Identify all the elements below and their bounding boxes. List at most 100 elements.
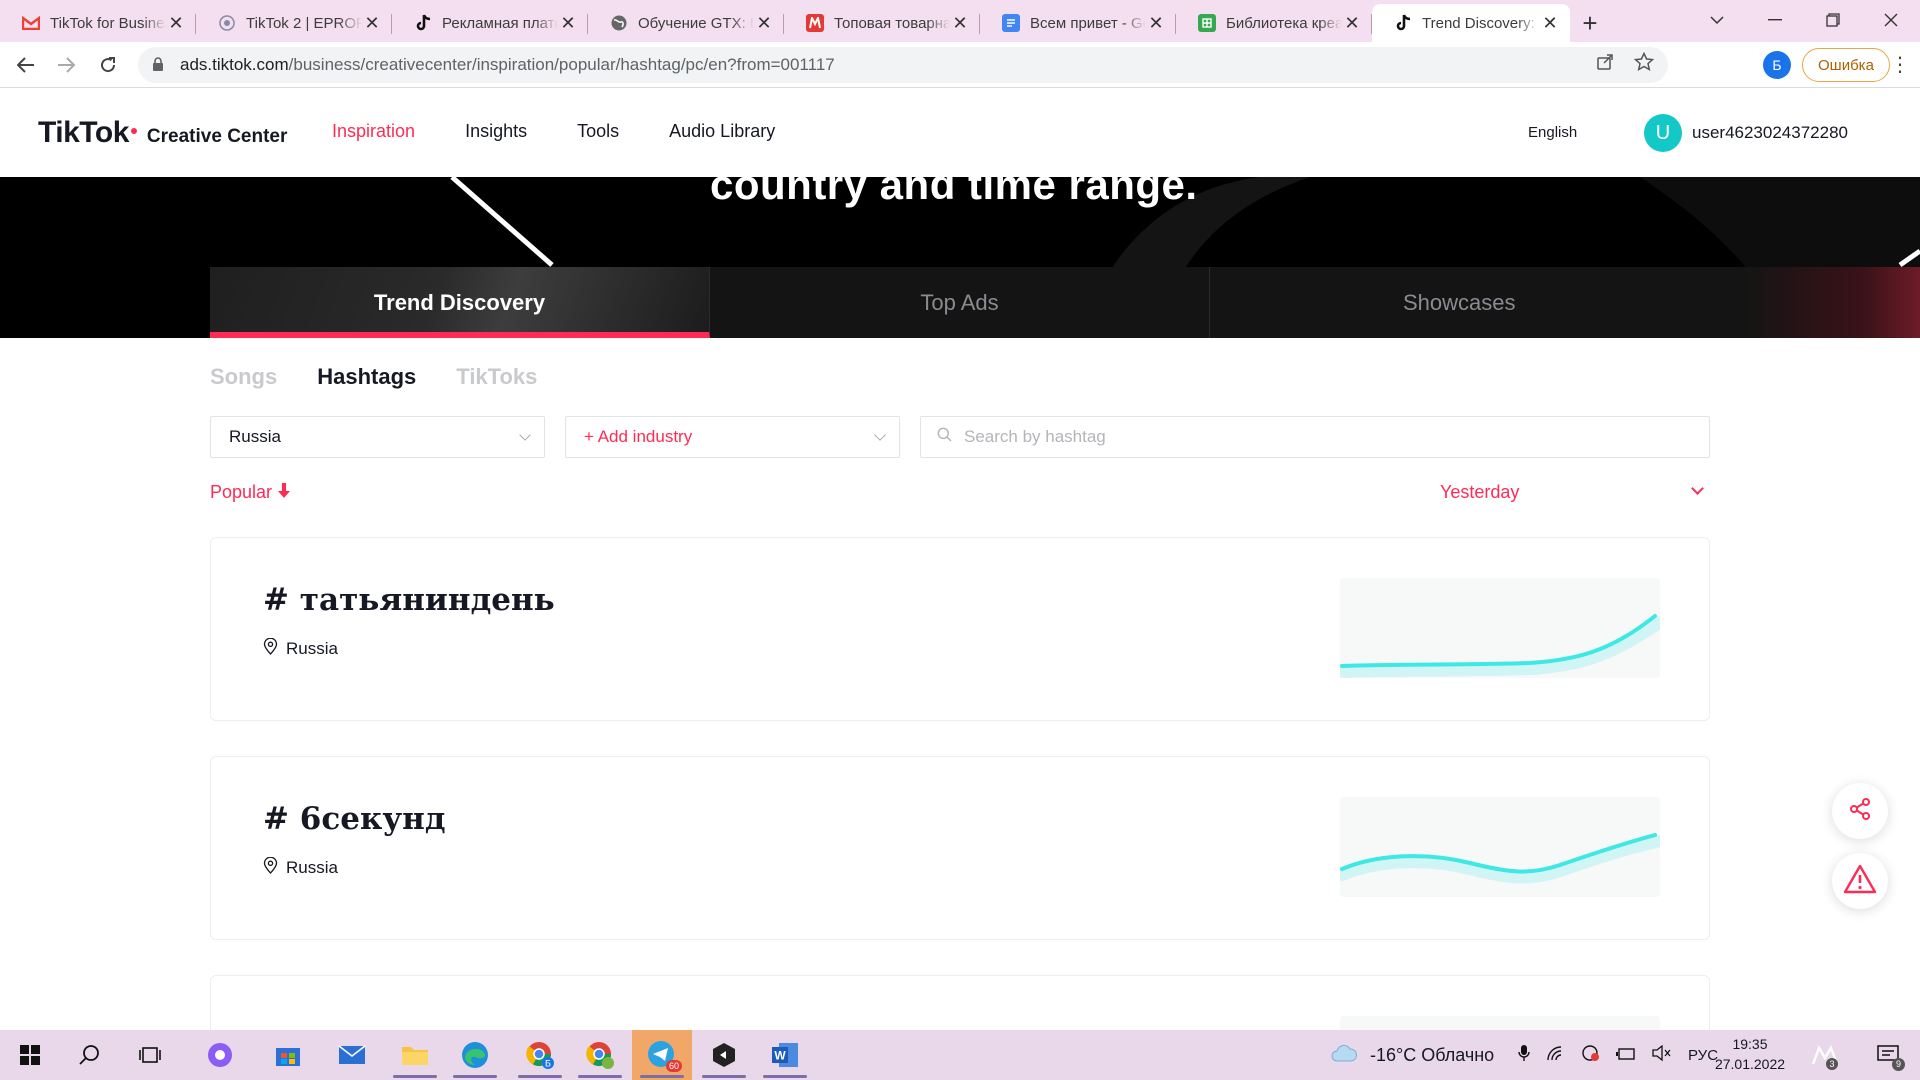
- notification-badge: 9: [1892, 1058, 1905, 1071]
- tab-search-icon[interactable]: [1688, 0, 1746, 40]
- chrome-profile-b-icon[interactable]: Б: [510, 1030, 570, 1080]
- task-view-icon[interactable]: [120, 1030, 180, 1080]
- nav-inspiration[interactable]: Inspiration: [332, 121, 415, 142]
- telegram-icon[interactable]: 60: [632, 1030, 692, 1080]
- lock-icon: [152, 57, 166, 73]
- store-icon[interactable]: [258, 1030, 318, 1080]
- new-tab-button[interactable]: +: [1570, 4, 1610, 42]
- hero-banner: country and time range. Trend Discovery …: [0, 177, 1920, 338]
- nav-insights[interactable]: Insights: [465, 121, 527, 142]
- browser-tab-3[interactable]: Рекламная платформа ✕: [392, 4, 588, 42]
- hashtag-title[interactable]: # 6секунд: [263, 801, 446, 837]
- restore-button[interactable]: [1804, 0, 1862, 40]
- close-icon[interactable]: ✕: [558, 13, 578, 33]
- notifications-icon[interactable]: 9: [1858, 1030, 1918, 1080]
- close-icon[interactable]: ✕: [166, 13, 186, 33]
- mail-icon[interactable]: [322, 1030, 382, 1080]
- industry-select-value: + Add industry: [584, 427, 693, 446]
- share-page-icon[interactable]: [1596, 53, 1614, 77]
- hashtag-search[interactable]: [920, 416, 1710, 458]
- close-window-button[interactable]: [1862, 0, 1920, 40]
- tab-showcases[interactable]: Showcases: [1210, 267, 1920, 338]
- arrow-down-icon: [278, 482, 291, 503]
- taskbar-clock[interactable]: 19:35 27.01.2022: [1710, 1034, 1790, 1074]
- profile-avatar[interactable]: Б: [1763, 51, 1791, 79]
- close-icon[interactable]: ✕: [754, 13, 774, 33]
- browser-tab-7[interactable]: Библиотека креативов ✕: [1176, 4, 1372, 42]
- browser-tab-5[interactable]: Топовая товарная ✕: [784, 4, 980, 42]
- tiktok-icon: [1394, 14, 1412, 32]
- browser-tab-1[interactable]: TikTok for Business ✕: [0, 4, 196, 42]
- edge-icon[interactable]: [445, 1030, 505, 1080]
- windows-start-icon[interactable]: [0, 1030, 60, 1080]
- back-button[interactable]: [6, 45, 46, 85]
- user-name[interactable]: user4623024372280: [1692, 123, 1848, 143]
- sort-popular-button[interactable]: Popular: [210, 482, 291, 503]
- subtab-hashtags[interactable]: Hashtags: [317, 364, 416, 390]
- taskbar-search-icon[interactable]: [60, 1030, 120, 1080]
- tab-title: TikTok for Business: [50, 14, 166, 32]
- meet-now-icon[interactable]: 3: [1796, 1030, 1856, 1080]
- file-explorer-icon[interactable]: [385, 1030, 445, 1080]
- clock-date: 27.01.2022: [1714, 1056, 1786, 1072]
- period-label: Yesterday: [1440, 482, 1520, 502]
- country-select[interactable]: Russia: [210, 416, 545, 458]
- close-icon[interactable]: ✕: [1540, 13, 1560, 33]
- gmail-icon: [22, 14, 40, 32]
- cortana-icon[interactable]: [190, 1030, 250, 1080]
- search-input[interactable]: [964, 427, 1664, 447]
- weather-widget[interactable]: -16°C Облачно: [1330, 1030, 1494, 1080]
- share-icon: [1848, 797, 1872, 826]
- subtab-songs[interactable]: Songs: [210, 364, 277, 390]
- period-select[interactable]: Yesterday: [1440, 482, 1710, 503]
- close-icon[interactable]: ✕: [950, 13, 970, 33]
- docs-icon: [1002, 14, 1020, 32]
- volume-icon[interactable]: [1652, 1044, 1672, 1066]
- svg-text:Б: Б: [545, 1060, 551, 1070]
- tab-top-ads[interactable]: Top Ads: [710, 267, 1210, 338]
- microphone-icon[interactable]: [1518, 1044, 1530, 1067]
- word-icon[interactable]: W: [755, 1030, 815, 1080]
- browser-tab-active[interactable]: Trend Discovery: Popular ✕: [1372, 4, 1570, 42]
- close-icon[interactable]: ✕: [362, 13, 382, 33]
- browser-tab-2[interactable]: TikTok 2 | EPROFIT ✕: [196, 4, 392, 42]
- language-selector[interactable]: English: [1528, 124, 1577, 141]
- hashtag-card[interactable]: # татьяниндень Russia: [210, 537, 1710, 721]
- bookmark-star-icon[interactable]: [1633, 51, 1655, 78]
- url-bar[interactable]: ads.tiktok.com/business/creativecenter/i…: [138, 47, 1668, 83]
- hash-symbol: #: [263, 582, 289, 618]
- network-icon[interactable]: [1546, 1045, 1564, 1066]
- nav-audio-library[interactable]: Audio Library: [669, 121, 775, 142]
- forward-button[interactable]: [46, 45, 86, 85]
- svg-text:W: W: [774, 1049, 786, 1063]
- url-host: ads.tiktok.com: [180, 55, 289, 74]
- share-button[interactable]: [1832, 783, 1888, 839]
- location-pin-icon: [263, 637, 278, 660]
- report-button[interactable]: [1832, 853, 1888, 909]
- vpn-icon[interactable]: [1580, 1044, 1600, 1067]
- browser-tab-6[interactable]: Всем привет - Google ✕: [980, 4, 1176, 42]
- tab-title: TikTok 2 | EPROFIT: [246, 14, 362, 32]
- main-nav: Inspiration Insights Tools Audio Library: [332, 121, 775, 142]
- tiktok-logo[interactable]: TikTok Creative Center: [38, 116, 287, 150]
- user-avatar[interactable]: U: [1644, 114, 1682, 152]
- app-dark-icon[interactable]: [694, 1030, 754, 1080]
- browser-error-button[interactable]: Ошибка: [1802, 48, 1890, 82]
- tab-trend-discovery[interactable]: Trend Discovery: [210, 267, 710, 338]
- hash-symbol: #: [263, 801, 289, 837]
- subtab-tiktoks[interactable]: TikToks: [456, 364, 537, 390]
- hashtag-title[interactable]: # татьяниндень: [263, 582, 555, 618]
- location-pin-icon: [263, 856, 278, 879]
- industry-select[interactable]: + Add industry: [565, 416, 900, 458]
- minimize-button[interactable]: [1746, 0, 1804, 40]
- close-icon[interactable]: ✕: [1342, 13, 1362, 33]
- close-icon[interactable]: ✕: [1146, 13, 1166, 33]
- browser-tab-4[interactable]: Обучение GTX: Б ✕: [588, 4, 784, 42]
- browser-menu-icon[interactable]: ⋮: [1890, 52, 1910, 77]
- battery-icon[interactable]: [1616, 1045, 1636, 1066]
- reload-button[interactable]: [88, 45, 128, 85]
- hashtag-card[interactable]: # 6секунд Russia: [210, 756, 1710, 940]
- nav-tools[interactable]: Tools: [577, 121, 619, 142]
- chrome-icon[interactable]: [570, 1030, 630, 1080]
- location-text: Russia: [286, 858, 338, 877]
